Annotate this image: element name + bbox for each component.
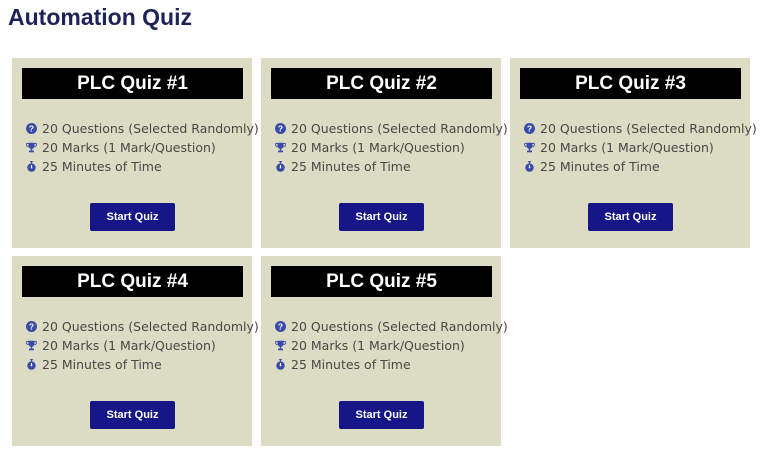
trophy-icon [275, 340, 286, 351]
quiz-info-text: 20 Marks (1 Mark/Question) [42, 338, 216, 353]
quiz-card-title: PLC Quiz #5 [271, 266, 492, 297]
quiz-info-row: 25 Minutes of Time [26, 157, 259, 176]
quiz-info-list: ? 20 Questions (Selected Randomly) 20 Ma… [524, 119, 757, 176]
quiz-card-3: PLC Quiz #3 ? 20 Questions (Selected Ran… [510, 58, 757, 248]
quiz-info-text: 20 Questions (Selected Randomly) [42, 121, 259, 136]
quiz-info-list: ? 20 Questions (Selected Randomly) 20 Ma… [275, 119, 508, 176]
quiz-card-title: PLC Quiz #3 [520, 68, 741, 99]
stopwatch-icon [26, 161, 37, 172]
stopwatch-icon [26, 359, 37, 370]
quiz-info-row: ? 20 Questions (Selected Randomly) [26, 119, 259, 138]
quiz-info-text: 20 Marks (1 Mark/Question) [291, 140, 465, 155]
svg-text:?: ? [527, 124, 532, 134]
quiz-info-text: 20 Marks (1 Mark/Question) [42, 140, 216, 155]
quiz-info-list: ? 20 Questions (Selected Randomly) 20 Ma… [26, 317, 259, 374]
quiz-info-text: 25 Minutes of Time [291, 357, 411, 372]
quiz-card-title: PLC Quiz #2 [271, 68, 492, 99]
quiz-info-text: 25 Minutes of Time [540, 159, 660, 174]
quiz-info-row: ? 20 Questions (Selected Randomly) [26, 317, 259, 336]
svg-text:?: ? [29, 322, 34, 332]
stopwatch-icon [275, 161, 286, 172]
quiz-info-row: ? 20 Questions (Selected Randomly) [524, 119, 757, 138]
question-circle-icon: ? [26, 321, 37, 332]
quiz-info-text: 20 Questions (Selected Randomly) [291, 121, 508, 136]
quiz-info-row: 20 Marks (1 Mark/Question) [275, 138, 508, 157]
quiz-card-title: PLC Quiz #1 [22, 68, 243, 99]
quiz-page: Automation Quiz PLC Quiz #1 ? 20 Questio… [0, 0, 768, 460]
stopwatch-icon [275, 359, 286, 370]
quiz-info-row: ? 20 Questions (Selected Randomly) [275, 119, 508, 138]
quiz-info-text: 20 Questions (Selected Randomly) [540, 121, 757, 136]
quiz-info-row: 25 Minutes of Time [275, 355, 508, 374]
quiz-info-text: 25 Minutes of Time [42, 159, 162, 174]
quiz-info-row: 25 Minutes of Time [26, 355, 259, 374]
question-circle-icon: ? [26, 123, 37, 134]
quiz-card-1: PLC Quiz #1 ? 20 Questions (Selected Ran… [12, 58, 259, 248]
quiz-info-text: 20 Questions (Selected Randomly) [42, 319, 259, 334]
svg-text:?: ? [29, 124, 34, 134]
trophy-icon [524, 142, 535, 153]
trophy-icon [26, 340, 37, 351]
trophy-icon [26, 142, 37, 153]
quiz-card-4: PLC Quiz #4 ? 20 Questions (Selected Ran… [12, 256, 259, 446]
quiz-info-row: 20 Marks (1 Mark/Question) [275, 336, 508, 355]
quiz-info-row: 20 Marks (1 Mark/Question) [524, 138, 757, 157]
quiz-info-text: 25 Minutes of Time [291, 159, 411, 174]
start-quiz-button[interactable]: Start Quiz [588, 203, 673, 231]
start-quiz-button[interactable]: Start Quiz [339, 401, 424, 429]
quiz-card-2: PLC Quiz #2 ? 20 Questions (Selected Ran… [261, 58, 508, 248]
start-quiz-button[interactable]: Start Quiz [90, 401, 175, 429]
question-circle-icon: ? [275, 321, 286, 332]
quiz-info-row: 25 Minutes of Time [524, 157, 757, 176]
quiz-info-row: ? 20 Questions (Selected Randomly) [275, 317, 508, 336]
start-quiz-button[interactable]: Start Quiz [339, 203, 424, 231]
quiz-info-row: 20 Marks (1 Mark/Question) [26, 336, 259, 355]
svg-text:?: ? [278, 322, 283, 332]
start-quiz-button[interactable]: Start Quiz [90, 203, 175, 231]
quiz-info-text: 25 Minutes of Time [42, 357, 162, 372]
question-circle-icon: ? [275, 123, 286, 134]
quiz-info-list: ? 20 Questions (Selected Randomly) 20 Ma… [275, 317, 508, 374]
quiz-info-list: ? 20 Questions (Selected Randomly) 20 Ma… [26, 119, 259, 176]
page-title: Automation Quiz [8, 4, 192, 30]
quiz-info-row: 25 Minutes of Time [275, 157, 508, 176]
quiz-card-title: PLC Quiz #4 [22, 266, 243, 297]
quiz-info-text: 20 Questions (Selected Randomly) [291, 319, 508, 334]
trophy-icon [275, 142, 286, 153]
stopwatch-icon [524, 161, 535, 172]
question-circle-icon: ? [524, 123, 535, 134]
quiz-card-5: PLC Quiz #5 ? 20 Questions (Selected Ran… [261, 256, 508, 446]
svg-text:?: ? [278, 124, 283, 134]
quiz-info-text: 20 Marks (1 Mark/Question) [540, 140, 714, 155]
quiz-info-row: 20 Marks (1 Mark/Question) [26, 138, 259, 157]
quiz-info-text: 20 Marks (1 Mark/Question) [291, 338, 465, 353]
